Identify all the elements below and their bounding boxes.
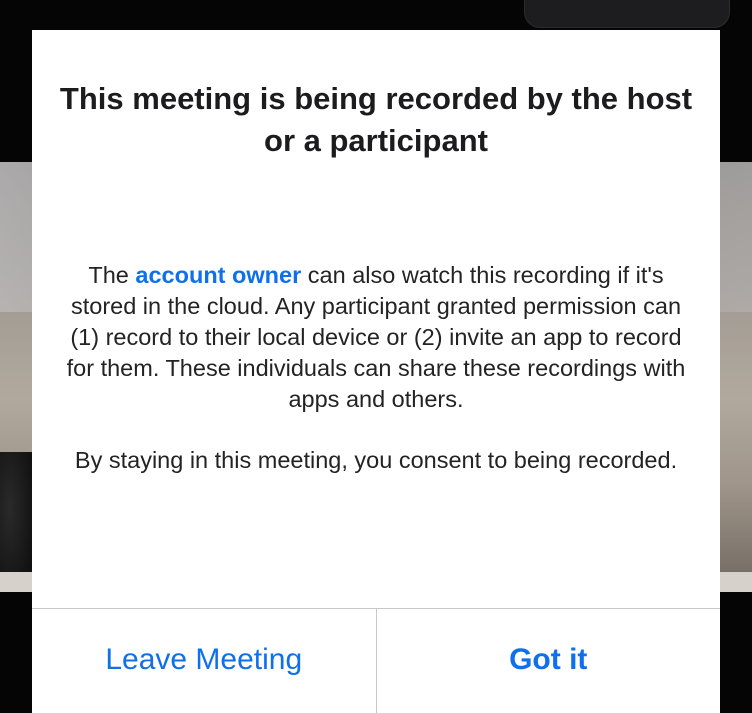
body-text-pre: The xyxy=(88,262,136,288)
meeting-screen: This meeting is being recorded by the ho… xyxy=(0,0,752,713)
got-it-button[interactable]: Got it xyxy=(375,609,721,713)
dialog-body: The account owner can also watch this re… xyxy=(56,260,696,476)
account-owner-link[interactable]: account owner xyxy=(135,262,301,288)
recording-explanation: The account owner can also watch this re… xyxy=(56,260,696,415)
consent-text: By staying in this meeting, you consent … xyxy=(74,447,678,473)
dialog-title: This meeting is being recorded by the ho… xyxy=(59,81,693,158)
video-participant xyxy=(0,452,32,592)
top-bar-pill xyxy=(524,0,730,28)
recording-consent-dialog: This meeting is being recorded by the ho… xyxy=(32,30,720,713)
leave-meeting-button[interactable]: Leave Meeting xyxy=(32,609,376,713)
dialog-button-row: Leave Meeting Got it xyxy=(32,608,720,713)
